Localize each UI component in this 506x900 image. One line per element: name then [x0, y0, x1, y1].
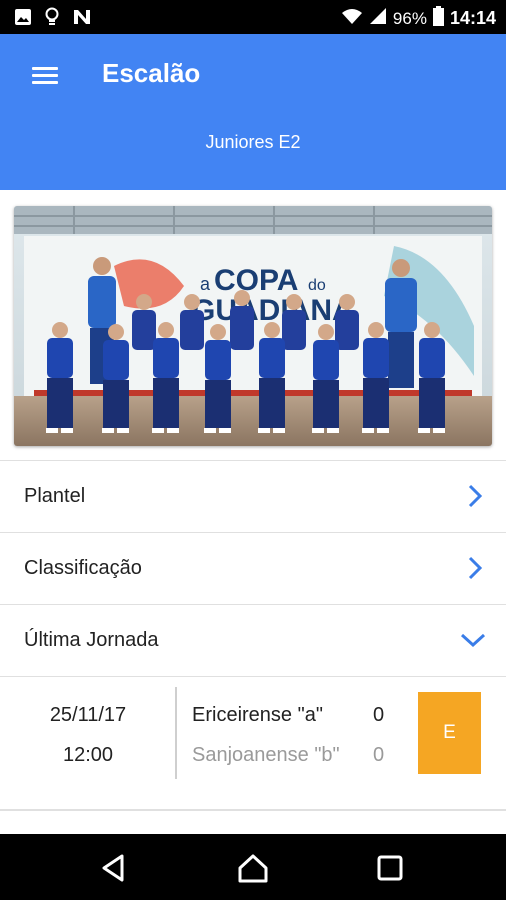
classificacao-row[interactable]: Classificação [0, 532, 506, 605]
status-bar: 96% 14:14 [0, 0, 506, 34]
chevron-right-icon [464, 483, 486, 509]
image-icon [14, 8, 32, 31]
menu-button[interactable] [28, 60, 64, 90]
page-title: Escalão [102, 58, 201, 88]
match-result-badge: E [418, 692, 481, 774]
recents-button[interactable] [374, 852, 406, 884]
match-time: 12:00 [62, 744, 114, 766]
last-match-card[interactable]: 25/11/17 12:00 Ericeirense "a" 0 Sanjoan… [0, 676, 506, 811]
team-photo: a COPA do GUADIANA [14, 206, 492, 446]
classificacao-label: Classificação [24, 557, 142, 579]
menu-icon-bar [32, 81, 58, 84]
team-subtitle: Juniores E2 [205, 132, 301, 152]
menu-icon-bar [32, 74, 58, 77]
plantel-row[interactable]: Plantel [0, 460, 506, 533]
home-team-score: 0 [373, 704, 385, 726]
back-button[interactable] [98, 852, 130, 884]
status-bar-left [14, 7, 92, 32]
home-team-name: Ericeirense "a" [192, 704, 323, 726]
system-navigation-bar [0, 834, 506, 900]
recents-icon [374, 855, 406, 888]
back-icon [98, 854, 130, 888]
banner-text-a: a [200, 274, 211, 294]
status-bar-right: 96% 14:14 [341, 6, 496, 31]
app-bar: Escalão Juniores E2 [0, 34, 506, 190]
home-icon [237, 854, 269, 888]
wifi-icon [341, 7, 363, 30]
away-team-score: 0 [373, 744, 385, 766]
chevron-down-icon [460, 627, 486, 653]
menu-icon [32, 67, 58, 70]
banner-text-copa: COPA [214, 264, 298, 297]
clock: 14:14 [449, 8, 496, 28]
battery-icon [432, 6, 444, 31]
n-icon [72, 8, 92, 31]
ultima-jornada-row[interactable]: Última Jornada [0, 604, 506, 677]
signal-icon [369, 7, 387, 30]
battery-level: 96% [392, 8, 427, 28]
ultima-jornada-label: Última Jornada [24, 629, 159, 651]
banner-text-do: do [308, 277, 326, 294]
lightbulb-icon [44, 7, 60, 32]
match-divider [175, 687, 177, 779]
chevron-right-icon [464, 555, 486, 581]
home-button[interactable] [237, 852, 269, 884]
plantel-label: Plantel [24, 485, 86, 507]
match-date: 25/11/17 [49, 704, 127, 726]
away-team-name: Sanjoanense "b" [192, 744, 340, 766]
